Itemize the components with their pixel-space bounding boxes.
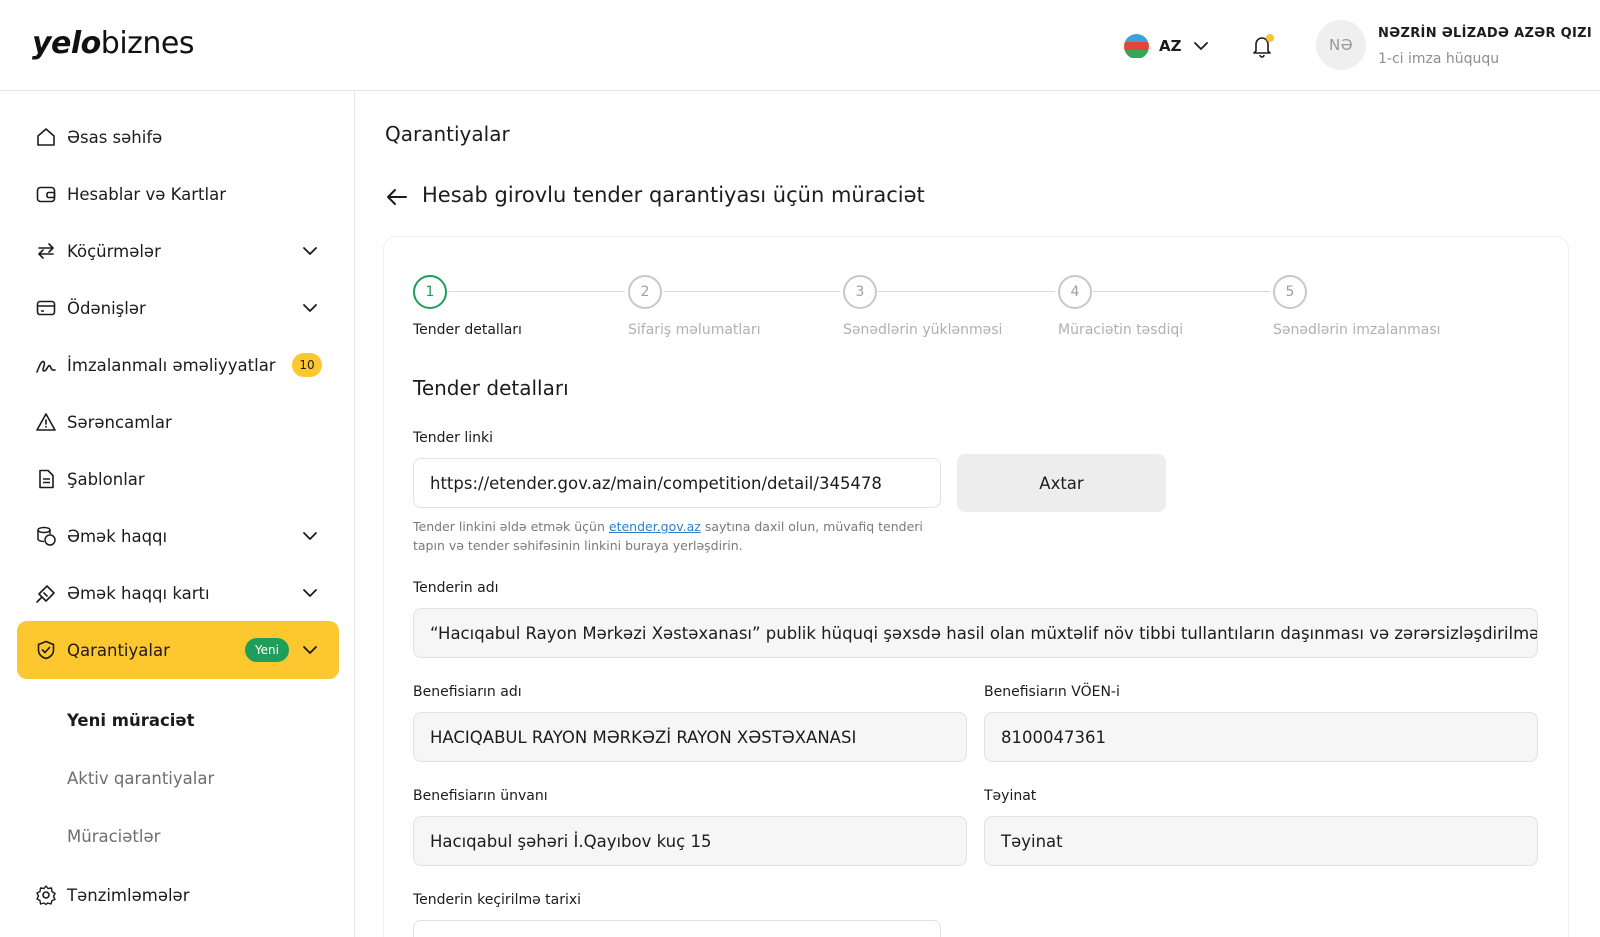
beneficiary-address-field[interactable]: Hacıqabul şəhəri İ.Qayıbov kuç 15 — [413, 816, 967, 866]
step-4-label: Müraciətin təsdiqi — [1058, 322, 1184, 338]
transfer-icon — [38, 243, 54, 259]
step-4-circle: 4 — [1058, 275, 1092, 309]
top-header: yelobiznes AZ NƏ NƏZRİN ƏLİZADƏ AZƏR QIZ… — [0, 0, 1600, 91]
sidebar-subitem-active-guarantees[interactable]: Aktiv qarantiyalar — [67, 769, 214, 788]
azerbaijan-flag-icon — [1124, 33, 1149, 59]
step-1-circle: 1 — [413, 275, 447, 309]
chevron-down-icon — [303, 304, 317, 312]
home-icon — [37, 128, 55, 146]
step-1-label: Tender detalları — [413, 322, 522, 338]
sidebar-subitem-applications[interactable]: Müraciətlər — [67, 827, 160, 846]
step-2-circle: 2 — [628, 275, 662, 309]
wallet-icon — [36, 186, 56, 203]
yelo-biznes-logo[interactable]: yelobiznes — [32, 26, 195, 61]
purpose-field[interactable]: Təyinat — [984, 816, 1538, 866]
back-arrow-icon[interactable] — [384, 184, 410, 210]
beneficiary-name-label: Benefisiarın adı — [413, 684, 522, 700]
user-role: 1-ci imza hüququ — [1378, 51, 1500, 67]
beneficiary-voen-label: Benefisiarın VÖEN-i — [984, 684, 1120, 700]
card-icon — [36, 300, 56, 316]
sidebar-item-label: Əmək haqqı kartı — [67, 583, 210, 603]
tender-link-hint: Tender linkini əldə etmək üçün etender.g… — [413, 517, 943, 555]
sidebar-item-label: Köçürmələr — [67, 241, 161, 261]
tender-name-field[interactable]: “Hacıqabul Rayon Mərkəzi Xəstəxanası” pu… — [413, 608, 1538, 658]
step-3-circle: 3 — [843, 275, 877, 309]
stepper-connector — [1093, 291, 1270, 292]
sidebar-item-label: Əsas səhifə — [67, 127, 163, 147]
step-3-label: Sənədlərin yüklənməsi — [843, 322, 1003, 338]
salary-card-icon — [36, 585, 55, 603]
tender-link-input[interactable]: https://etender.gov.az/main/competition/… — [413, 458, 941, 508]
hint-text: Tender linkini əldə etmək üçün — [413, 519, 605, 534]
language-code: AZ — [1159, 37, 1182, 55]
sidebar-item-label: Tənzimləmələr — [67, 885, 190, 905]
search-button[interactable]: Axtar — [957, 454, 1166, 512]
beneficiary-address-label: Benefisiarın ünvanı — [413, 788, 548, 804]
tender-link-label: Tender linki — [413, 430, 494, 446]
purpose-label: Təyinat — [984, 788, 1037, 804]
chevron-down-icon — [1193, 42, 1208, 50]
sidebar-item-label: Hesablar və Kartlar — [67, 184, 226, 204]
sidebar-subitem-new-application[interactable]: Yeni müraciət — [67, 711, 195, 730]
sidebar-item-label: Əmək haqqı — [67, 526, 168, 546]
sidebar-item-settings[interactable]: Tənzimləmələr — [17, 866, 339, 924]
document-icon — [39, 469, 54, 489]
sidebar-item-salary[interactable]: Əmək haqqı — [17, 507, 339, 565]
tender-name-label: Tenderin adı — [413, 580, 499, 596]
sidebar-item-home[interactable]: Əsas səhifə — [17, 108, 339, 166]
page-title: Qarantiyalar — [385, 122, 510, 146]
stepper-connector — [878, 291, 1055, 292]
sidebar: Əsas səhifə Hesablar və Kartlar Köçürməl… — [0, 91, 355, 937]
sidebar-item-label: Qarantiyalar — [67, 640, 170, 660]
tender-date-label: Tenderin keçirilmə tarixi — [413, 892, 582, 908]
avatar[interactable]: NƏ — [1316, 20, 1366, 70]
beneficiary-name-field[interactable]: HACIQABUL RAYON MƏRKƏZİ RAYON XƏSTƏXANAS… — [413, 712, 967, 762]
user-name: NƏZRİN ƏLİZADƏ AZƏR QIZI — [1378, 26, 1593, 41]
notification-dot — [1266, 34, 1274, 42]
step-2-label: Sifariş məlumatları — [628, 322, 761, 338]
sidebar-item-label: Şablonlar — [67, 469, 145, 489]
logo-regular-text: biznes — [100, 26, 195, 61]
shield-check-icon — [37, 640, 55, 660]
sidebar-item-label: Ödənişlər — [67, 298, 146, 318]
sidebar-item-transfers[interactable]: Köçürmələr — [17, 222, 339, 280]
sidebar-item-label: İmzalanmalı əməliyyatlar — [67, 355, 276, 375]
tender-date-input[interactable] — [413, 920, 941, 937]
sidebar-item-pending-signatures[interactable]: İmzalanmalı əməliyyatlar 10 — [17, 336, 339, 394]
language-selector[interactable]: AZ — [1124, 32, 1210, 60]
sidebar-item-guarantees[interactable]: Qarantiyalar Yeni — [17, 621, 339, 679]
warning-icon — [36, 413, 56, 431]
coins-icon — [37, 526, 56, 546]
stepper-connector — [448, 291, 625, 292]
sidebar-item-templates[interactable]: Şablonlar — [17, 450, 339, 508]
chevron-down-icon — [303, 247, 317, 255]
sidebar-item-payments[interactable]: Ödənişlər — [17, 279, 339, 337]
gear-icon — [36, 885, 56, 906]
step-5-circle: 5 — [1273, 275, 1307, 309]
etender-link[interactable]: etender.gov.az — [609, 519, 701, 534]
logo-bold-text: yelo — [32, 26, 101, 61]
chevron-down-icon — [303, 532, 317, 540]
sidebar-item-label: Sərəncamlar — [67, 412, 172, 432]
sidebar-item-orders[interactable]: Sərəncamlar — [17, 393, 339, 451]
section-title: Tender detalları — [413, 376, 569, 400]
stepper-connector — [663, 291, 840, 292]
chevron-down-icon — [303, 646, 317, 654]
chevron-down-icon — [303, 589, 317, 597]
notification-bell-icon[interactable] — [1248, 32, 1276, 60]
page-subtitle: Hesab girovlu tender qarantiyası üçün mü… — [422, 183, 925, 207]
beneficiary-voen-field[interactable]: 8100047361 — [984, 712, 1538, 762]
pending-count-badge: 10 — [292, 353, 322, 377]
new-badge: Yeni — [244, 638, 289, 662]
step-5-label: Sənədlərin imzalanması — [1273, 322, 1441, 338]
sidebar-item-accounts[interactable]: Hesablar və Kartlar — [17, 165, 339, 223]
sidebar-item-salary-card[interactable]: Əmək haqqı kartı — [17, 564, 339, 622]
signature-icon — [36, 360, 56, 373]
